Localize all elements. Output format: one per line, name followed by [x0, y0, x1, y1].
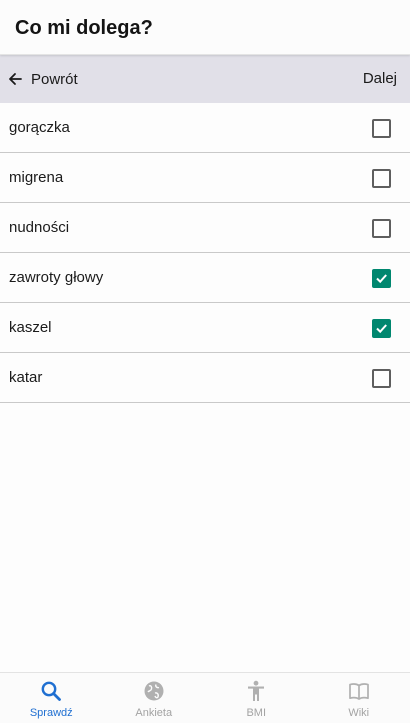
symptom-row[interactable]: zawroty głowy	[0, 253, 410, 303]
symptom-list: gorączka migrena nudności zawroty głowy …	[0, 103, 410, 403]
symptom-row[interactable]: migrena	[0, 153, 410, 203]
symptom-row[interactable]: gorączka	[0, 103, 410, 153]
symptom-checkbox[interactable]	[372, 269, 391, 288]
tab-label: Wiki	[348, 707, 369, 719]
symptom-checkbox[interactable]	[372, 369, 391, 388]
tab-sprawdz[interactable]: Sprawdź	[0, 673, 103, 723]
tab-label: Sprawdź	[30, 707, 73, 719]
symptom-label: gorączka	[9, 103, 70, 153]
book-icon	[348, 680, 370, 702]
tab-wiki[interactable]: Wiki	[308, 673, 410, 723]
tab-label: Ankieta	[135, 707, 172, 719]
symptom-row[interactable]: nudności	[0, 203, 410, 253]
navigation-bar: Powrót Dalej	[0, 55, 410, 103]
tab-bmi[interactable]: BMI	[205, 673, 308, 723]
symptom-label: zawroty głowy	[9, 253, 103, 303]
back-button[interactable]: Powrót	[8, 55, 78, 103]
arrow-left-icon	[8, 72, 22, 86]
tab-ankieta[interactable]: Ankieta	[103, 673, 206, 723]
checkmark-icon	[375, 272, 388, 285]
tab-label: BMI	[246, 707, 266, 719]
symptom-checkbox[interactable]	[372, 169, 391, 188]
symptom-row[interactable]: kaszel	[0, 303, 410, 353]
symptom-label: kaszel	[9, 303, 52, 353]
symptom-checkbox[interactable]	[372, 219, 391, 238]
symptom-checkbox[interactable]	[372, 119, 391, 138]
symptom-label: migrena	[9, 153, 63, 203]
page-title: Co mi dolega?	[15, 17, 153, 40]
back-button-label: Powrót	[31, 71, 78, 88]
search-icon	[40, 680, 62, 702]
symptom-checkbox[interactable]	[372, 319, 391, 338]
symptom-label: katar	[9, 353, 42, 403]
symptom-label: nudności	[9, 203, 69, 253]
person-icon	[245, 680, 267, 702]
next-button[interactable]: Dalej	[363, 55, 397, 103]
globe-icon	[143, 680, 165, 702]
checkmark-icon	[375, 322, 388, 335]
app-bar: Co mi dolega?	[0, 0, 410, 55]
bottom-navigation: Sprawdź Ankieta BMI Wiki	[0, 672, 410, 723]
symptom-row[interactable]: katar	[0, 353, 410, 403]
